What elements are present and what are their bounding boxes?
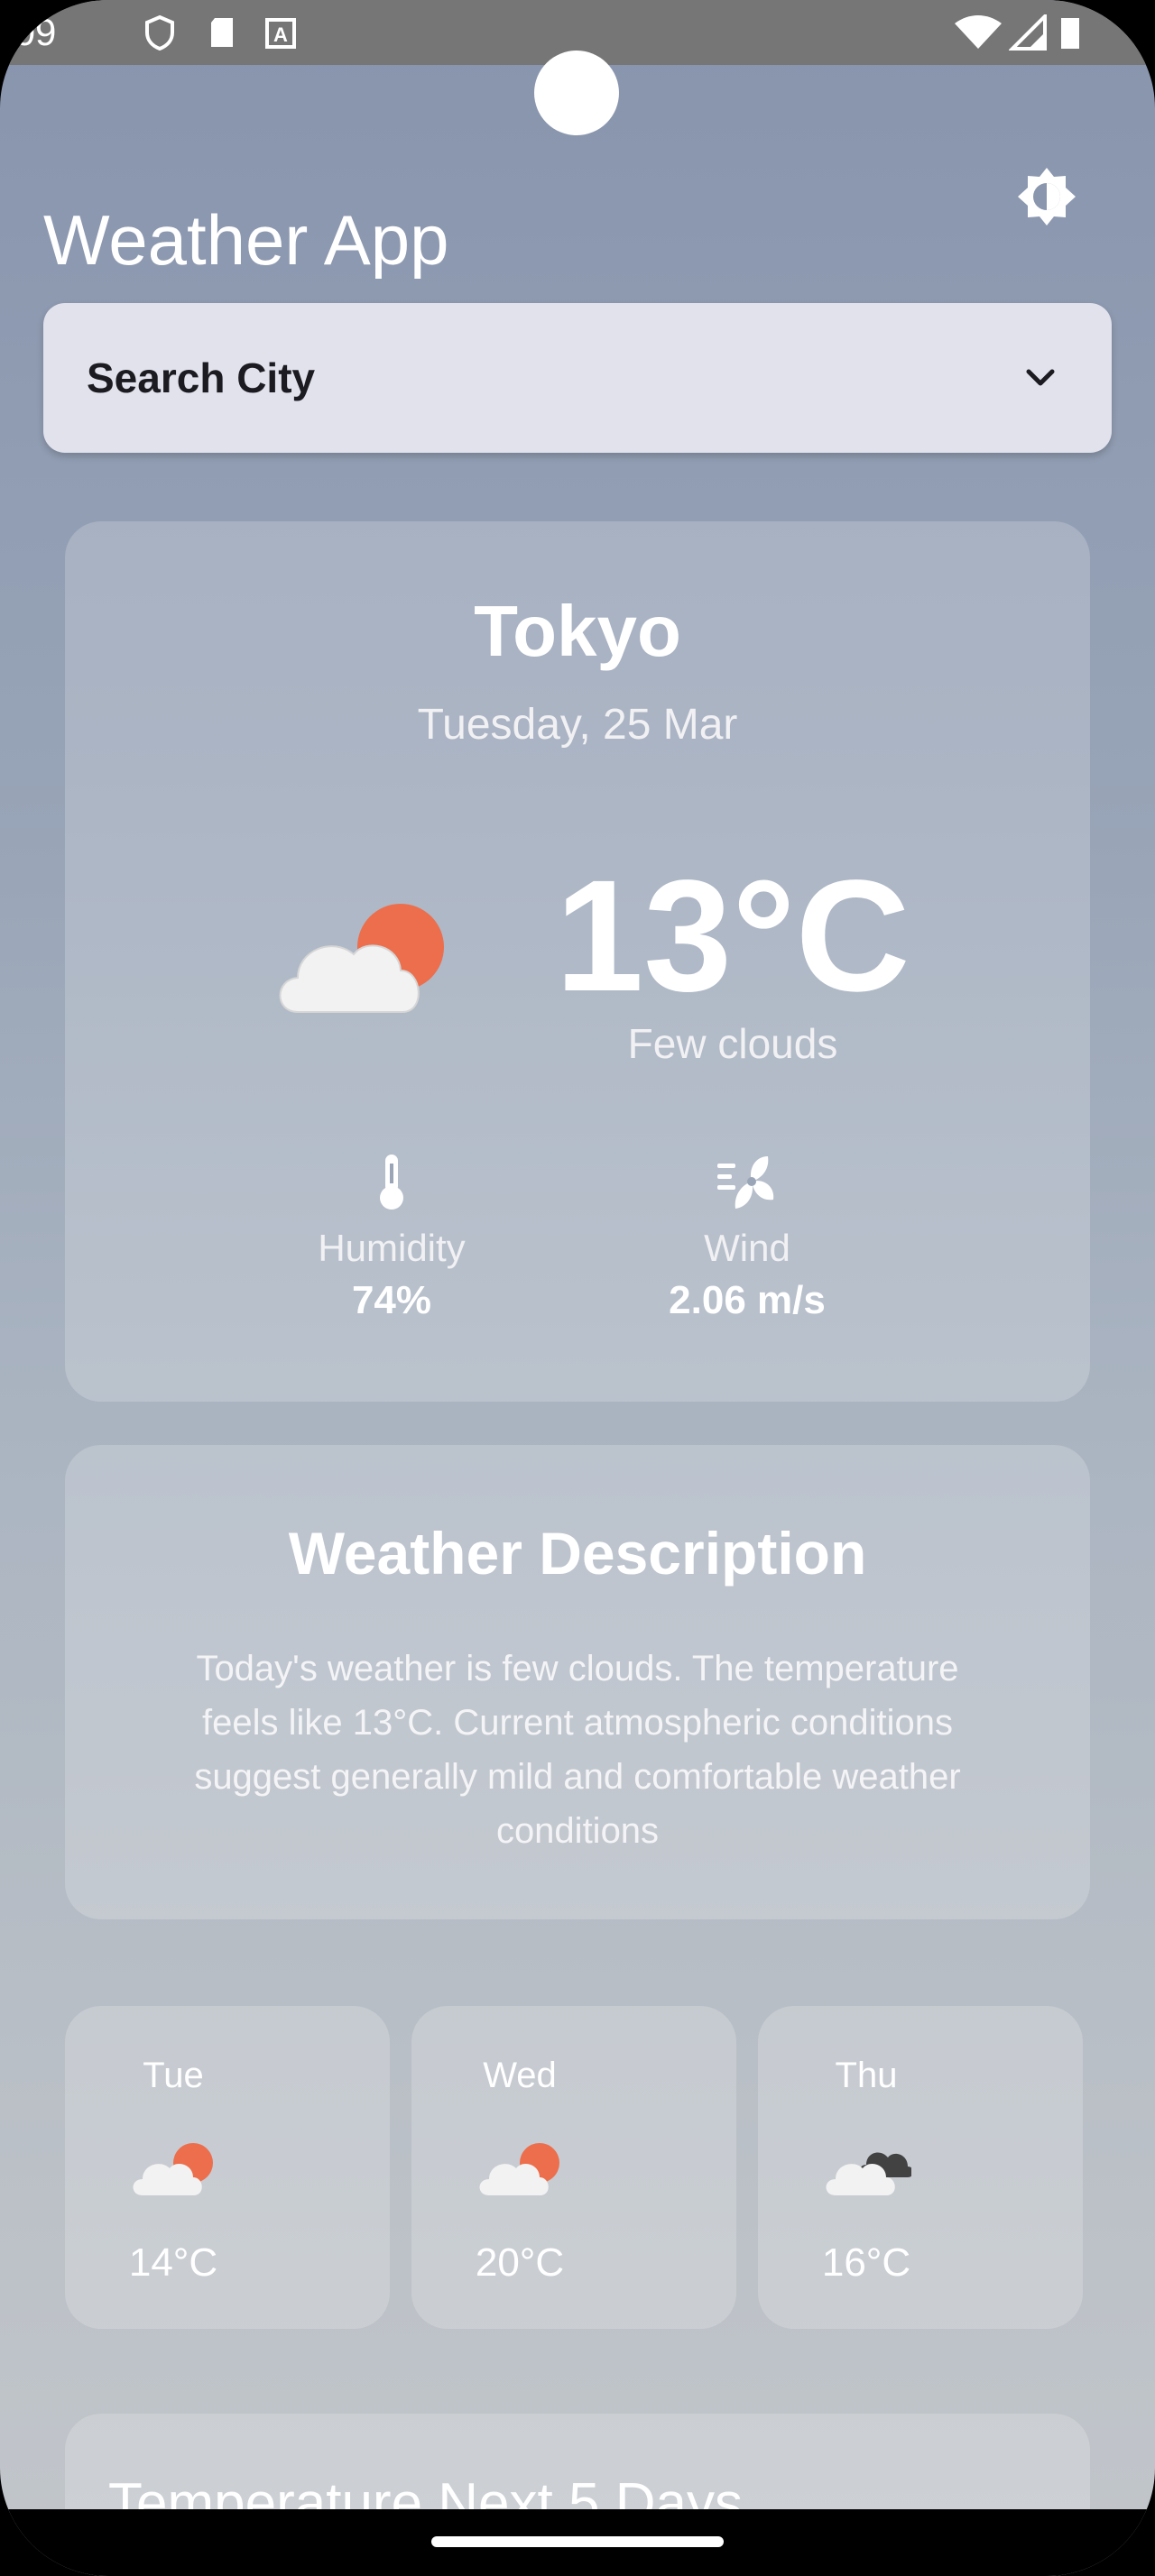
forecast-card-tue[interactable]: Tue 14°C [65,2006,390,2329]
wind-stat: Wind 2.06 m/s [630,1151,864,1326]
signal-icon [1009,14,1047,51]
brightness-icon[interactable] [1012,162,1081,231]
search-city-dropdown[interactable]: Search City [43,303,1112,453]
description-title: Weather Description [288,1520,867,1587]
navigation-bar [0,2509,1155,2576]
search-city-label: Search City [87,354,316,401]
forecast-temp: 16°C [821,2240,911,2285]
few-clouds-icon [279,904,444,1013]
humidity-value: 74% [351,1278,432,1322]
forecast-temp: 14°C [128,2240,218,2285]
status-time: :09 [4,11,57,53]
phone-screen: :09 A Weather App Search City Tokyo Tues… [0,0,1155,2576]
forecast-day: Tue [143,2056,204,2095]
current-date: Tuesday, 25 Mar [417,701,738,749]
broken-clouds-icon [826,2152,911,2195]
forecast-card-wed[interactable]: Wed 20°C [411,2006,736,2329]
sd-card-icon [211,18,233,47]
forecast-day: Thu [835,2056,898,2095]
app-title: Weather App [43,200,449,281]
humidity-label: Humidity [318,1227,466,1269]
shield-icon [145,14,174,51]
few-clouds-icon [133,2143,213,2195]
weather-description-card: Weather Description Today's weather is f… [65,1445,1090,1919]
forecast-temp: 20°C [475,2240,565,2285]
svg-text:A: A [273,23,288,46]
wifi-icon [955,15,1002,49]
battery-icon [1061,18,1079,49]
home-gesture-handle[interactable] [431,2536,724,2547]
wind-label: Wind [704,1227,790,1269]
thermometer-icon [380,1155,403,1210]
wind-value: 2.06 m/s [669,1278,826,1322]
current-temperature: 13°C [555,848,910,1025]
forecast-day: Wed [483,2056,557,2095]
description-text: Today's weather is few clouds. The tempe… [194,1649,961,1851]
camera-cutout [534,51,619,135]
city-name: Tokyo [474,591,681,671]
current-weather-card: Tokyo Tuesday, 25 Mar 13°C Few clouds Hu… [65,521,1090,1402]
humidity-stat: Humidity 74% [274,1151,509,1326]
chevron-down-icon [1026,369,1055,386]
current-condition: Few clouds [627,1020,838,1067]
text-a-icon: A [265,18,296,49]
few-clouds-icon [479,2143,559,2195]
wind-fan-icon [717,1156,774,1209]
forecast-card-thu[interactable]: Thu 16°C [758,2006,1083,2329]
